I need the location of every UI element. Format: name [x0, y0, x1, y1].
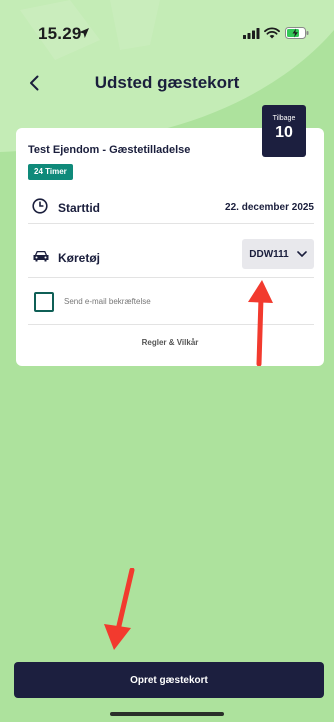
vehicle-selected-value: DDW111 [249, 248, 289, 260]
annotation-arrow-up-icon [248, 280, 273, 366]
duration-badge: 24 Timer [28, 164, 73, 180]
email-confirmation-label: Send e-mail bekræftelse [64, 297, 151, 306]
location-arrow-icon [79, 28, 89, 38]
email-confirmation-checkbox[interactable] [34, 292, 54, 312]
battery-charging-icon [285, 27, 309, 39]
app-screen: 15.29 Udsted gæstekort Test Ejendom - Gæ… [0, 0, 334, 722]
create-guest-pass-button[interactable]: Opret gæstekort [14, 662, 324, 698]
remaining-passes-count: 10 [275, 124, 293, 141]
vehicle-label: Køretøj [58, 251, 100, 265]
status-bar: 15.29 [0, 0, 334, 60]
vehicle-row: Køretøj DDW111 [28, 236, 314, 278]
start-time-value: 22. december 2025 [225, 202, 314, 213]
remaining-passes-label: Tilbage [272, 115, 296, 122]
page-title: Udsted gæstekort [94, 73, 240, 92]
remaining-passes-badge: Tilbage 10 [262, 105, 306, 157]
cellular-signal-icon [243, 28, 260, 39]
nav-bar: Udsted gæstekort [0, 66, 334, 100]
vehicle-select[interactable]: DDW111 [242, 239, 314, 269]
status-time: 15.29 [38, 24, 82, 43]
wifi-icon [264, 27, 280, 39]
home-indicator [110, 712, 224, 716]
start-time-label: Starttid [58, 201, 100, 215]
annotation-arrow-down-icon [104, 568, 135, 650]
car-icon [33, 251, 49, 262]
start-time-row: Starttid 22. december 2025 [28, 190, 314, 224]
chevron-down-icon [296, 251, 307, 257]
property-title: Test Ejendom - Gæstetilladelse [28, 144, 191, 156]
clock-icon [32, 198, 48, 214]
